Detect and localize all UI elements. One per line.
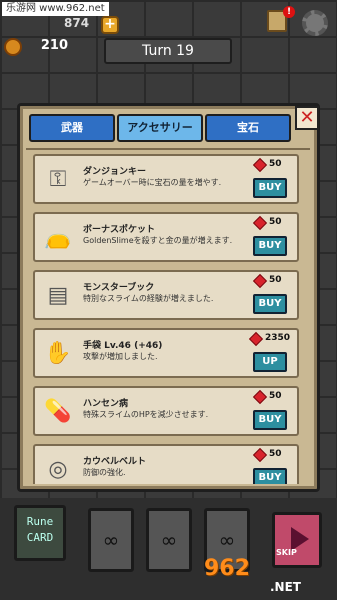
gem-icon xyxy=(252,447,268,463)
item-desc: ゲームオーバー時に宝石の量を増やす. xyxy=(83,178,222,187)
rune-card-button[interactable]: Rune CARD xyxy=(14,505,66,561)
rune-card-label-bottom: CARD xyxy=(26,531,54,544)
item-price: 50 xyxy=(269,159,282,169)
tab-gems[interactable]: 宝石 xyxy=(205,114,291,142)
panel-divider xyxy=(26,148,310,150)
turn-counter: Turn 19 xyxy=(104,38,232,64)
tab-accessories[interactable]: アクセサリー xyxy=(117,114,203,142)
list-item: 💊 ハンセン病 特殊スライムのHPを減少させます. 50 BUY xyxy=(33,386,299,436)
rune-slot-2[interactable]: ∞ xyxy=(146,508,192,572)
close-button[interactable]: ✕ xyxy=(295,106,319,130)
item-name: モンスターブック xyxy=(83,283,155,293)
buy-button[interactable]: BUY xyxy=(253,410,287,430)
coin-icon xyxy=(4,38,22,56)
item-desc: 攻撃が増加しました. xyxy=(83,352,158,361)
gem-icon xyxy=(248,331,264,347)
coin-value: 210 xyxy=(40,38,68,53)
item-desc: GoldenSlimeを殺すと金の量が増えます. xyxy=(83,236,233,245)
gem-icon xyxy=(252,215,268,231)
list-item: ◎ カウベルベルト 防御の強化. 50 BUY xyxy=(33,444,299,484)
rune-card-label-top: Rune xyxy=(26,515,54,528)
key-icon: ⚿ xyxy=(49,166,67,192)
item-name: 手袋 Lv.46 (+46) xyxy=(83,341,163,351)
item-desc: 防御の強化. xyxy=(83,468,126,477)
site-logo: 962 xyxy=(204,556,250,581)
list-item: 👝 ボーナスポケット GoldenSlimeを殺すと金の量が増えます. 50 B… xyxy=(33,212,299,262)
buy-button[interactable]: BUY xyxy=(253,468,287,484)
item-price: 50 xyxy=(269,217,282,227)
glove-icon: ✋ xyxy=(44,340,72,366)
site-watermark: 乐游网 www.962.net xyxy=(2,2,109,16)
item-desc: 特別なスライムの経験が増えました. xyxy=(83,294,214,303)
buy-button[interactable]: BUY xyxy=(253,178,287,198)
item-price: 50 xyxy=(269,275,282,285)
item-name: カウベルベルト xyxy=(83,457,147,467)
gem-icon xyxy=(252,157,268,173)
gear-icon[interactable] xyxy=(302,10,328,36)
buy-button[interactable]: BUY xyxy=(253,236,287,256)
list-item: ▤ モンスターブック 特別なスライムの経験が増えました. 50 BUY xyxy=(33,270,299,320)
list-item: ✋ 手袋 Lv.46 (+46) 攻撃が増加しました. 2350 UP xyxy=(33,328,299,378)
belt-icon: ◎ xyxy=(48,456,68,482)
alert-badge-icon: ! xyxy=(283,6,295,18)
add-currency-button[interactable]: + xyxy=(101,16,119,34)
skip-label: SKIP xyxy=(276,548,297,557)
site-logo-suffix: .NET xyxy=(270,580,301,594)
tab-weapons[interactable]: 武器 xyxy=(29,114,115,142)
hearts-value: 874 xyxy=(64,16,90,30)
pill-icon: 💊 xyxy=(44,398,72,424)
item-name: ボーナスポケット xyxy=(83,225,156,235)
pouch-icon: 👝 xyxy=(44,224,72,250)
item-price: 2350 xyxy=(265,333,291,343)
shop-item-list[interactable]: ⚿ ダンジョンキー ゲームオーバー時に宝石の量を増やす. 50 BUY 👝 ボー… xyxy=(33,154,299,484)
buy-button[interactable]: BUY xyxy=(253,294,287,314)
gem-icon xyxy=(252,389,268,405)
item-name: ハンセン病 xyxy=(83,399,129,409)
upgrade-button[interactable]: UP xyxy=(253,352,287,372)
book-icon: ▤ xyxy=(47,282,69,308)
skip-button[interactable] xyxy=(272,512,322,568)
top-status-bar: 874 + 210 Turn 19 ! xyxy=(0,6,337,66)
shop-tabs: 武器 アクセサリー 宝石 xyxy=(29,114,291,142)
item-desc: 特殊スライムのHPを減少させます. xyxy=(83,410,209,419)
item-price: 50 xyxy=(269,391,282,401)
item-name: ダンジョンキー xyxy=(83,167,147,177)
list-item: ⚿ ダンジョンキー ゲームオーバー時に宝石の量を増やす. 50 BUY xyxy=(33,154,299,204)
rune-slot-1[interactable]: ∞ xyxy=(88,508,134,572)
gem-icon xyxy=(252,273,268,289)
item-price: 50 xyxy=(269,449,282,459)
